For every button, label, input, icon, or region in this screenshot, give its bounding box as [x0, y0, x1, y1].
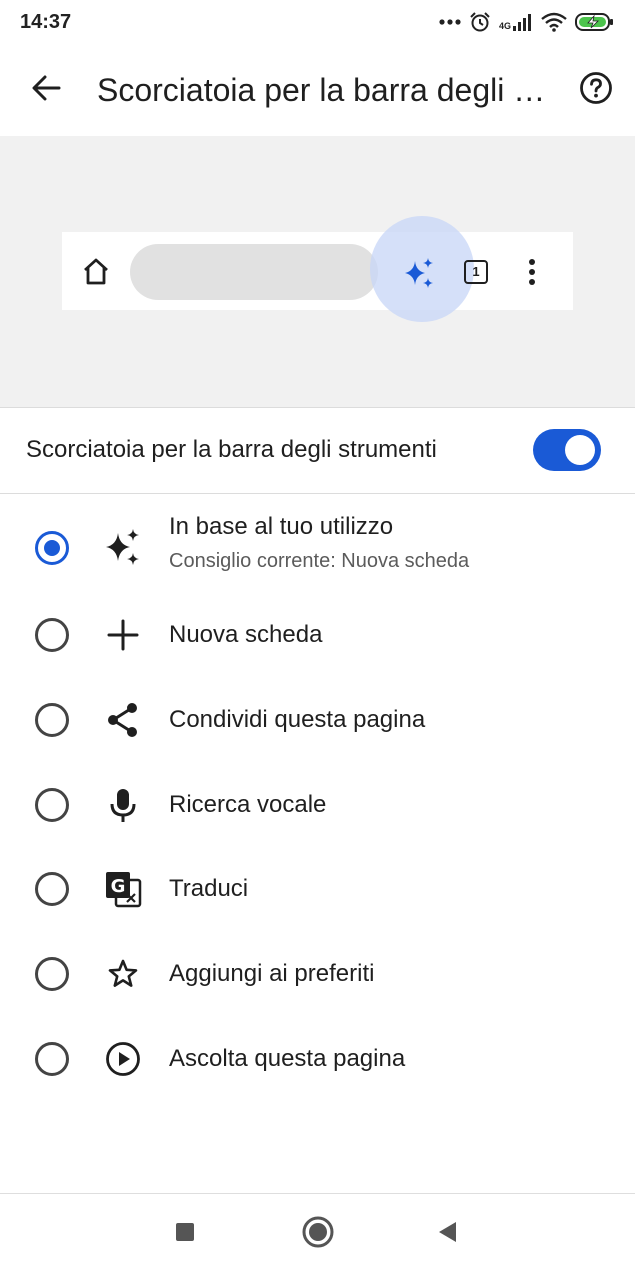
more-dots-icon — [439, 18, 461, 26]
recents-square-icon — [174, 1221, 196, 1248]
sparkle-icon — [402, 256, 436, 290]
plus-icon — [104, 616, 142, 654]
radio-selected[interactable] — [35, 531, 69, 565]
radio-unselected[interactable] — [35, 788, 69, 822]
system-nav-bar — [0, 1193, 635, 1270]
svg-text:G: G — [111, 876, 126, 897]
back-triangle-icon — [436, 1220, 458, 1249]
option-new-tab[interactable]: Nuova scheda — [0, 593, 635, 677]
app-bar: Scorciatoia per la barra degli strumenti — [0, 44, 635, 136]
microphone-icon — [104, 786, 142, 824]
battery-charging-icon — [575, 12, 615, 32]
more-vert-icon — [524, 258, 540, 286]
alarm-icon — [469, 11, 491, 33]
radio-unselected[interactable] — [35, 618, 69, 652]
signal-icon: 4G — [499, 13, 533, 31]
radio-unselected[interactable] — [35, 703, 69, 737]
option-label: Nuova scheda — [169, 621, 323, 648]
translate-icon: G — [104, 870, 142, 908]
star-outline-icon — [104, 955, 142, 993]
back-button[interactable] — [24, 68, 68, 112]
share-icon — [104, 701, 142, 739]
toolbar-shortcut-toggle-row[interactable]: Scorciatoia per la barra degli strumenti — [0, 408, 635, 494]
home-icon — [80, 256, 112, 288]
status-bar: 14:37 4G — [0, 0, 635, 44]
radio-unselected[interactable] — [35, 957, 69, 991]
option-add-bookmark[interactable]: Aggiungi ai preferiti — [0, 932, 635, 1016]
option-label: Aggiungi ai preferiti — [169, 960, 375, 987]
option-label: Ricerca vocale — [169, 791, 327, 818]
switch-knob — [565, 435, 595, 465]
toolbar-preview-area: 1 — [0, 136, 635, 408]
home-button[interactable] — [298, 1214, 338, 1254]
option-label: Ascolta questa pagina — [169, 1045, 406, 1072]
option-listen-page[interactable]: Ascolta questa pagina — [0, 1016, 635, 1100]
radio-unselected[interactable] — [35, 1042, 69, 1076]
radio-unselected[interactable] — [35, 872, 69, 906]
system-back-button[interactable] — [427, 1214, 467, 1254]
sparkle-icon — [104, 528, 142, 566]
tab-switcher-icon: 1 — [464, 260, 488, 284]
help-circle-icon — [579, 71, 613, 110]
option-label: In base al tuo utilizzo — [169, 513, 394, 540]
option-label: Condividi questa pagina — [169, 706, 426, 733]
option-translate[interactable]: G Traduci — [0, 847, 635, 931]
toolbar-shortcut-switch[interactable] — [533, 429, 601, 471]
option-share-page[interactable]: Condividi questa pagina — [0, 678, 635, 762]
home-circle-icon — [301, 1215, 335, 1254]
arrow-left-icon — [31, 75, 61, 106]
network-type: 4G — [498, 21, 511, 31]
option-usage-based[interactable]: In base al tuo utilizzo Consiglio corren… — [0, 500, 635, 590]
help-button[interactable] — [574, 68, 618, 112]
status-icons: 4G — [439, 11, 615, 33]
omnibox-placeholder — [130, 244, 378, 300]
option-label: Traduci — [169, 875, 249, 902]
option-voice-search[interactable]: Ricerca vocale — [0, 763, 635, 847]
screen: 14:37 4G Scorciatoia per la barra degli … — [0, 0, 635, 1270]
play-circle-icon — [104, 1040, 142, 1078]
wifi-icon — [541, 12, 567, 32]
toggle-label: Scorciatoia per la barra degli strumenti — [26, 436, 437, 463]
page-title: Scorciatoia per la barra degli strumenti — [97, 72, 552, 108]
toolbar-preview: 1 — [62, 216, 573, 322]
recents-button[interactable] — [165, 1214, 205, 1254]
option-sublabel: Consiglio corrente: Nuova scheda — [169, 550, 470, 572]
status-time: 14:37 — [20, 10, 72, 33]
